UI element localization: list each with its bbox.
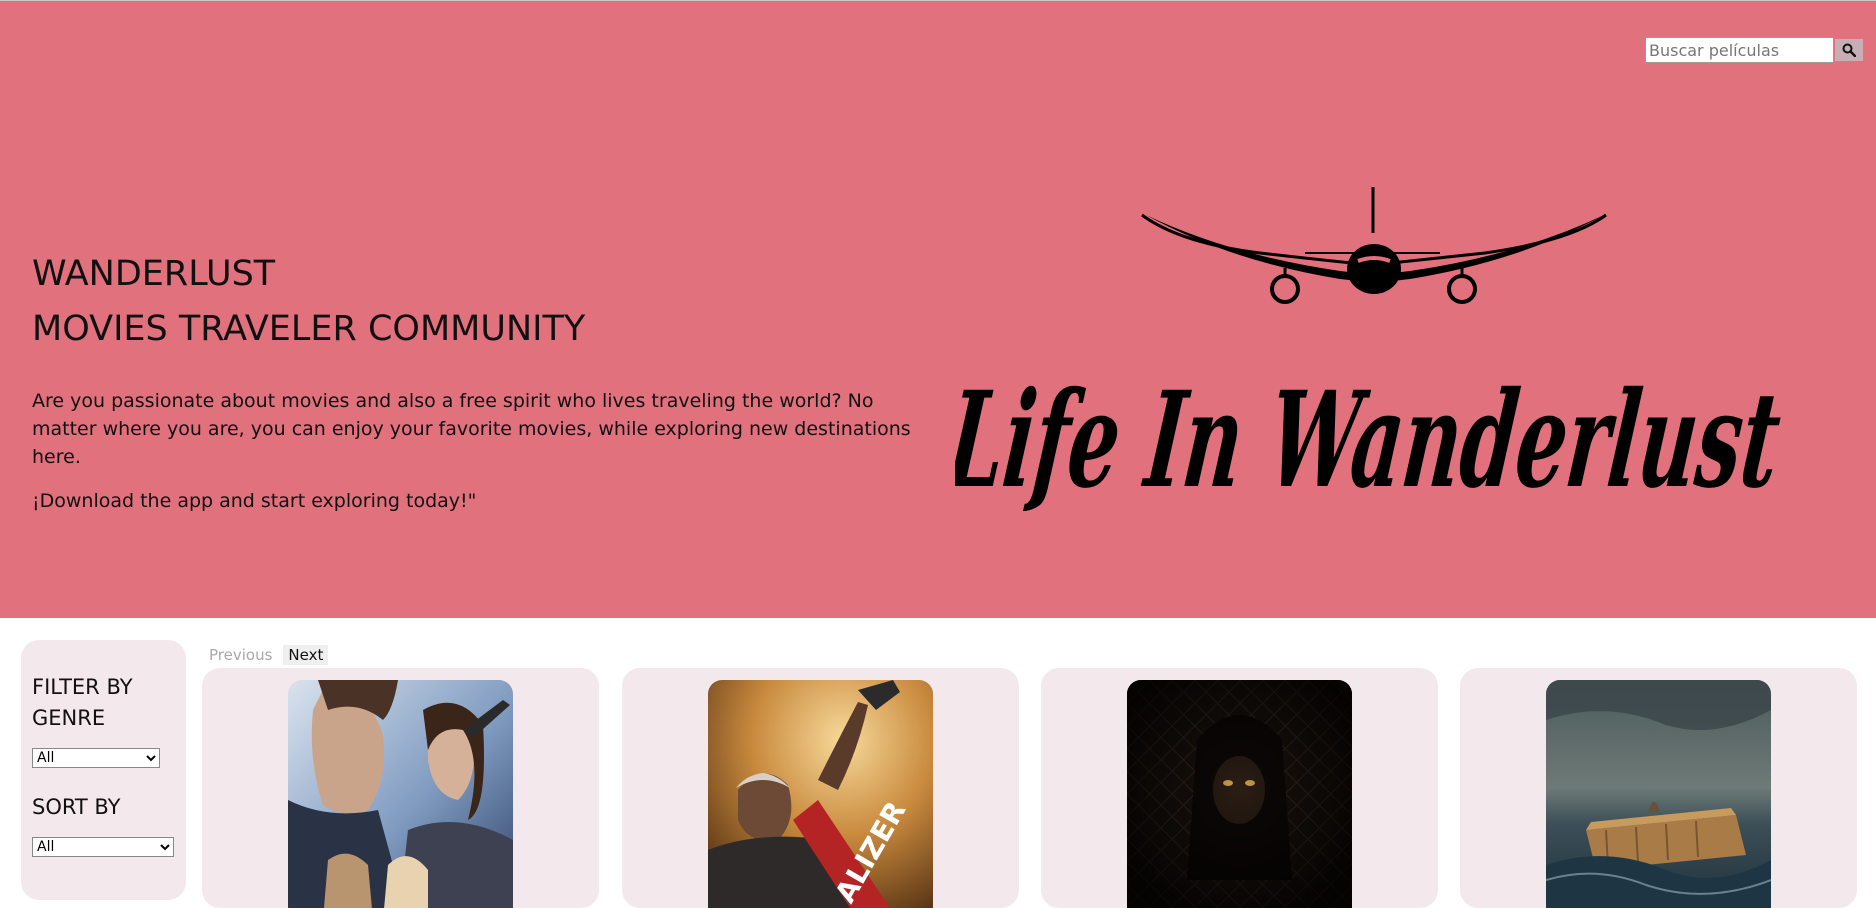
genre-filter-label: FILTER BY GENRE: [32, 675, 133, 730]
previous-button[interactable]: Previous: [204, 645, 277, 665]
hero-title: WANDERLUST MOVIES TRAVELER COMMUNITY: [32, 247, 912, 357]
movie-poster[interactable]: [288, 680, 513, 908]
hero-description: Are you passionate about movies and also…: [32, 390, 911, 468]
svg-text:Life In Wanderlust: Life In Wanderlust: [955, 363, 1787, 518]
movie-poster[interactable]: ALIZER: [708, 680, 933, 908]
hero-banner: WANDERLUST MOVIES TRAVELER COMMUNITY Are…: [0, 0, 1876, 618]
movie-poster-image: [1127, 680, 1352, 908]
movie-poster-image: [1546, 680, 1771, 908]
movie-poster[interactable]: [1546, 680, 1771, 908]
sort-select[interactable]: All: [32, 837, 174, 857]
movie-poster[interactable]: [1127, 680, 1352, 908]
sort-label: SORT BY: [32, 795, 121, 819]
movie-card[interactable]: [1041, 668, 1438, 908]
hero-text-block: WANDERLUST MOVIES TRAVELER COMMUNITY Are…: [32, 247, 912, 515]
airplane-icon: [1141, 187, 1607, 304]
movie-card[interactable]: ALIZER: [622, 668, 1019, 908]
genre-select[interactable]: All: [32, 748, 160, 768]
search-icon: [1842, 43, 1856, 57]
search-bar: [1645, 37, 1863, 63]
hero-call-to-action: ¡Download the app and start exploring to…: [32, 490, 477, 512]
movie-card[interactable]: [202, 668, 599, 908]
next-button[interactable]: Next: [283, 645, 329, 665]
filter-sidebar: FILTER BY GENRE All SORT BY All: [21, 640, 186, 900]
movie-poster-image: [288, 680, 513, 908]
pagination: Previous Next: [204, 645, 329, 665]
life-in-wanderlust-logo: Life In Wanderlust: [955, 363, 1787, 518]
search-button[interactable]: [1835, 39, 1863, 61]
search-input[interactable]: [1645, 37, 1834, 63]
movie-card[interactable]: [1460, 668, 1857, 908]
hero-title-line2: MOVIES TRAVELER COMMUNITY: [32, 309, 586, 349]
movie-poster-image: ALIZER: [708, 680, 933, 908]
hero-title-line1: WANDERLUST: [32, 254, 276, 294]
